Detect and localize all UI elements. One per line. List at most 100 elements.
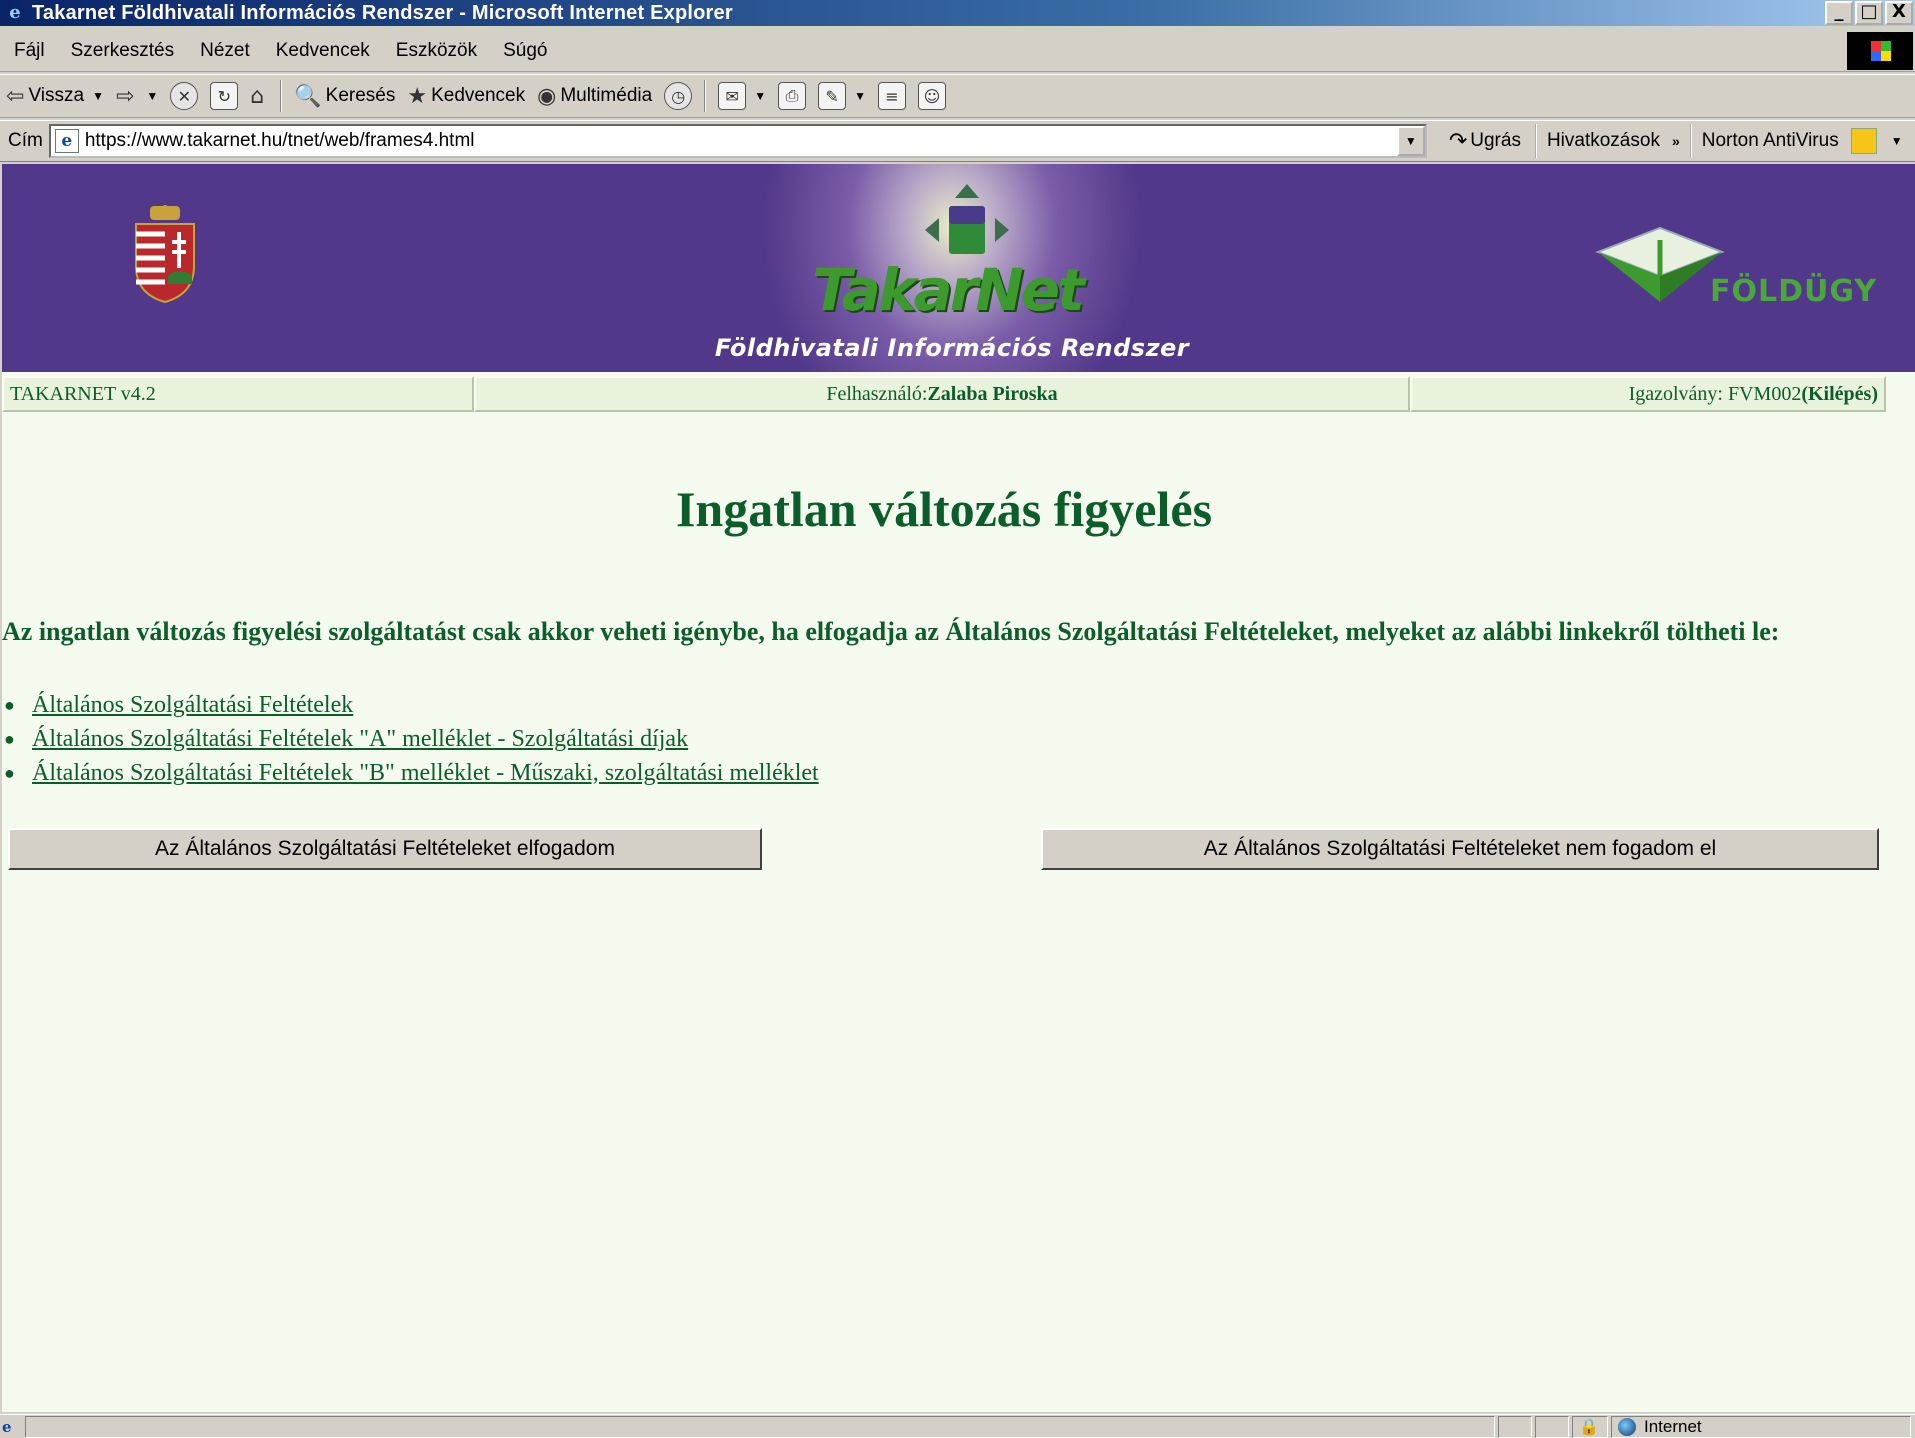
- standard-toolbar: ⇦ Vissza ▼ ⇨ ▼ ✕ ↻ ⌂ 🔍 Keresés ★ Kedvenc…: [0, 74, 1915, 118]
- messenger-icon: ☺: [917, 82, 946, 110]
- logout-link[interactable]: (Kilépés): [1801, 383, 1878, 406]
- page-title: Ingatlan változás figyelés: [675, 481, 1213, 537]
- home-button[interactable]: ⌂: [244, 76, 274, 116]
- status-bar: e 🔒 Internet: [0, 1414, 1915, 1438]
- toolbar-separator: [704, 80, 707, 112]
- edit-dropdown-icon[interactable]: ▼: [854, 89, 866, 103]
- menu-tools[interactable]: Eszközök: [383, 40, 490, 62]
- menu-help[interactable]: Súgó: [490, 40, 560, 62]
- address-bar: Cím e https://www.takarnet.hu/tnet/web/f…: [0, 120, 1915, 162]
- page-content: TakarNet Földhivatali Információs Rendsz…: [2, 164, 1915, 1412]
- search-button[interactable]: 🔍 Keresés: [288, 76, 401, 116]
- bullet-icon: ●: [4, 728, 15, 749]
- version-cell: TAKARNET v4.2: [2, 376, 474, 412]
- favorites-label: Kedvencek: [431, 85, 526, 106]
- discuss-icon: ≡: [877, 82, 906, 110]
- links-label: Hivatkozások: [1546, 130, 1660, 151]
- forward-dropdown-icon[interactable]: ▼: [146, 89, 158, 103]
- coat-of-arms-icon: [135, 205, 195, 304]
- norton-label: Norton AntiVirus: [1701, 130, 1839, 151]
- refresh-icon: ↻: [210, 82, 239, 110]
- back-arrow-icon: ⇦: [6, 83, 25, 109]
- discuss-button[interactable]: ≡: [872, 76, 912, 116]
- address-input[interactable]: e https://www.takarnet.hu/tnet/web/frame…: [48, 124, 1427, 158]
- foldugy-logo-text: FÖLDÜGY: [1710, 274, 1878, 309]
- accept-terms-button[interactable]: Az Általános Szolgáltatási Feltételeket …: [8, 828, 762, 870]
- links-toolbar[interactable]: Hivatkozások »: [1534, 124, 1680, 158]
- menu-favorites[interactable]: Kedvencek: [263, 40, 383, 62]
- history-icon: ◷: [664, 82, 693, 110]
- go-label: Ugrás: [1470, 130, 1521, 151]
- menu-file[interactable]: Fájl: [0, 40, 58, 62]
- norton-toolbar[interactable]: Norton AntiVirus ▼: [1689, 124, 1903, 158]
- edit-icon: ✎: [818, 82, 847, 110]
- print-icon: ⎙: [778, 82, 807, 110]
- user-label: Felhasználó:: [826, 382, 928, 405]
- favorites-icon: ★: [407, 83, 428, 109]
- user-name: Zalaba Piroska: [927, 382, 1058, 405]
- page-status-icon: e: [2, 1417, 12, 1436]
- edit-button[interactable]: ✎ ▼: [812, 76, 872, 116]
- decline-terms-button[interactable]: Az Általános Szolgáltatási Feltételeket …: [1041, 828, 1879, 870]
- header-banner: TakarNet Földhivatali Információs Rendsz…: [2, 164, 1915, 372]
- maximize-button[interactable]: □: [1855, 1, 1883, 25]
- list-item: ● Általános Szolgáltatási Feltételek "B"…: [2, 756, 819, 790]
- go-arrow-icon: ↷: [1448, 128, 1468, 154]
- terms-link-list: ● Általános Szolgáltatási Feltételek ● Á…: [2, 688, 819, 790]
- back-label: Vissza: [28, 85, 85, 106]
- menu-view[interactable]: Nézet: [187, 40, 263, 62]
- forward-arrow-icon: ⇨: [115, 83, 135, 109]
- norton-dropdown-icon[interactable]: ▼: [1891, 134, 1903, 148]
- minimize-button[interactable]: _: [1825, 1, 1853, 25]
- favorites-button[interactable]: ★ Kedvencek: [401, 76, 531, 116]
- messenger-button[interactable]: ☺: [912, 76, 952, 116]
- security-zone: Internet: [1611, 1415, 1911, 1438]
- status-pane: 🔒: [1572, 1415, 1608, 1438]
- mail-button[interactable]: ✉ ▼: [712, 76, 772, 116]
- page-icon: e: [54, 129, 79, 153]
- close-button[interactable]: X: [1885, 1, 1913, 25]
- version-text: TAKARNET v4.2: [10, 382, 156, 405]
- stop-icon: ✕: [170, 82, 199, 110]
- mail-dropdown-icon[interactable]: ▼: [754, 89, 766, 103]
- norton-icon[interactable]: [1850, 128, 1877, 154]
- history-button[interactable]: ◷: [658, 76, 698, 116]
- intro-text: Az ingatlan változás figyelési szolgálta…: [2, 617, 1780, 646]
- media-button[interactable]: ◉ Multimédia: [531, 76, 658, 116]
- forward-button[interactable]: ⇨ ▼: [110, 76, 164, 116]
- address-url[interactable]: https://www.takarnet.hu/tnet/web/frames4…: [85, 130, 475, 152]
- go-button[interactable]: ↷ Ugrás: [1449, 129, 1521, 154]
- ie-logo-icon: e: [9, 2, 21, 23]
- list-item: ● Általános Szolgáltatási Feltételek "A"…: [2, 722, 819, 756]
- id-cell: Igazolvány: FVM002 (Kilépés): [1410, 376, 1886, 412]
- address-dropdown-icon[interactable]: ▼: [1396, 126, 1425, 156]
- banner-subtitle: Földhivatali Információs Rendszer: [714, 334, 1190, 362]
- search-icon: 🔍: [294, 83, 322, 109]
- terms-annex-a-link[interactable]: Általános Szolgáltatási Feltételek "A" m…: [32, 726, 688, 753]
- menu-bar: Fájl Szerkesztés Nézet Kedvencek Eszközö…: [0, 30, 1915, 72]
- refresh-button[interactable]: ↻: [204, 76, 244, 116]
- terms-link[interactable]: Általános Szolgáltatási Feltételek: [32, 692, 353, 719]
- chevron-icon[interactable]: »: [1672, 133, 1680, 149]
- bullet-icon: ●: [4, 762, 15, 783]
- back-dropdown-icon[interactable]: ▼: [92, 89, 104, 103]
- window-controls: _ □ X: [1825, 1, 1913, 25]
- address-label: Cím: [8, 130, 43, 151]
- back-button[interactable]: ⇦ Vissza ▼: [0, 76, 110, 116]
- list-item: ● Általános Szolgáltatási Feltételek: [2, 688, 819, 722]
- menu-edit[interactable]: Szerkesztés: [58, 40, 187, 62]
- bullet-icon: ●: [4, 694, 15, 715]
- zone-label: Internet: [1644, 1416, 1702, 1436]
- toolbar-separator: [280, 80, 283, 112]
- title-bar: e Takarnet Földhivatali Információs Rend…: [0, 0, 1915, 26]
- windows-logo-icon: [1847, 32, 1913, 70]
- print-button[interactable]: ⎙: [772, 76, 812, 116]
- status-pane: [1535, 1415, 1569, 1438]
- media-icon: ◉: [537, 83, 557, 109]
- takarnet-logo-text: TakarNet: [812, 256, 1085, 324]
- terms-annex-b-link[interactable]: Általános Szolgáltatási Feltételek "B" m…: [32, 760, 819, 787]
- status-text-pane: [25, 1415, 1495, 1438]
- stop-button[interactable]: ✕: [164, 76, 204, 116]
- mail-icon: ✉: [718, 82, 747, 110]
- status-pane: [1498, 1415, 1532, 1438]
